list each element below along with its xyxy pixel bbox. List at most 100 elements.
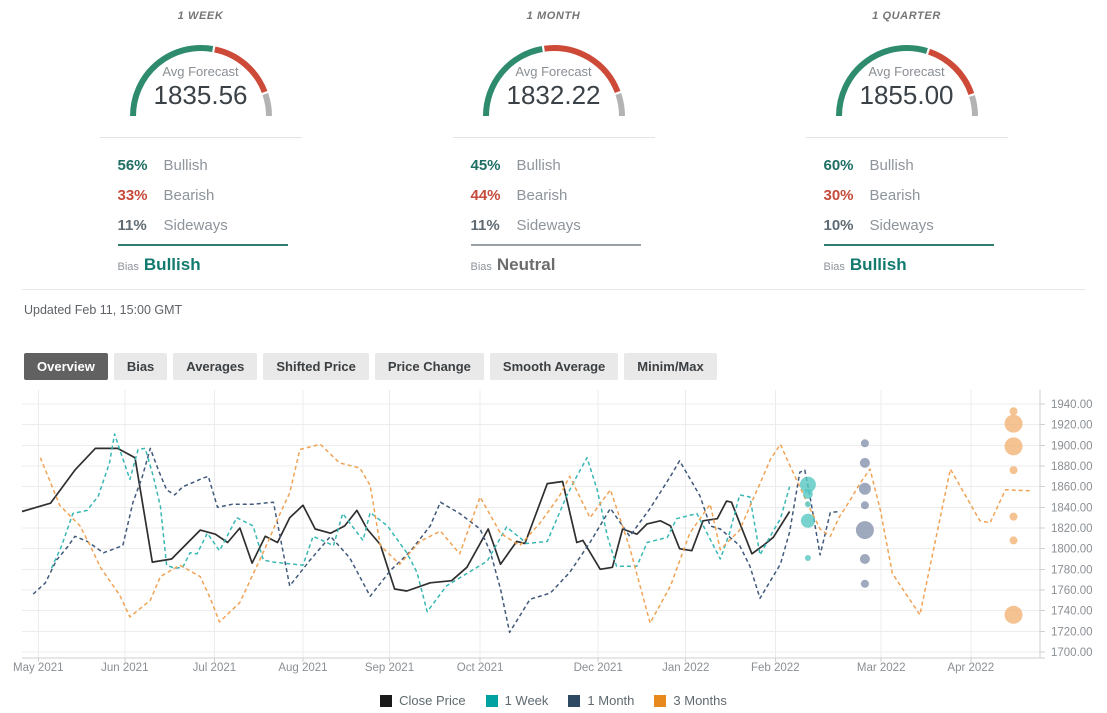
bias-value: Bullish xyxy=(850,255,907,275)
tab-shifted-price[interactable]: Shifted Price xyxy=(263,353,368,380)
panel-title: 1 QUARTER xyxy=(806,10,1008,22)
tab-smooth-average[interactable]: Smooth Average xyxy=(490,353,618,380)
svg-text:1900.00: 1900.00 xyxy=(1051,440,1093,452)
svg-text:1740.00: 1740.00 xyxy=(1051,606,1093,618)
legend-item-3-months[interactable]: 3 Months xyxy=(654,693,726,708)
price-forecast-chart: 1940.00 1920.00 1900.00 1880.00 1860.00 1840.… xyxy=(0,388,1107,688)
chart-tabs: Overview Bias Averages Shifted Price Pri… xyxy=(24,353,1107,380)
bearish-pct: 33% xyxy=(118,187,154,204)
bearish-pct: 44% xyxy=(471,187,507,204)
svg-text:Aug 2021: Aug 2021 xyxy=(278,662,327,674)
bullish-row: 60% Bullish xyxy=(824,150,1008,180)
bearish-row: 44% Bearish xyxy=(471,180,655,210)
svg-text:Oct 2021: Oct 2021 xyxy=(457,662,504,674)
one-week-swatch-icon xyxy=(486,695,498,707)
avg-forecast-label: Avg Forecast xyxy=(806,64,1008,79)
forecast-panels: 1 WEEK Avg Forecast 1835.56 56% Bullish … xyxy=(0,0,1107,275)
legend-label: 1 Week xyxy=(505,693,549,708)
svg-text:1800.00: 1800.00 xyxy=(1051,544,1093,556)
tab-bias[interactable]: Bias xyxy=(114,353,167,380)
bias-label: Bias xyxy=(118,261,139,273)
panel-title: 1 WEEK xyxy=(100,10,302,22)
bullish-row: 45% Bullish xyxy=(471,150,655,180)
svg-text:1880.00: 1880.00 xyxy=(1051,461,1093,473)
legend-label: 3 Months xyxy=(673,693,726,708)
three-months-swatch-icon xyxy=(654,695,666,707)
avg-forecast-value: 1855.00 xyxy=(806,80,1008,111)
svg-text:Sep 2021: Sep 2021 xyxy=(365,662,414,674)
tab-averages[interactable]: Averages xyxy=(173,353,257,380)
svg-text:Mar 2022: Mar 2022 xyxy=(857,662,906,674)
forecast-chart: 1940.00 1920.00 1900.00 1880.00 1860.00 1840.… xyxy=(0,388,1107,693)
svg-text:1700.00: 1700.00 xyxy=(1051,647,1093,659)
svg-text:1920.00: 1920.00 xyxy=(1051,420,1093,432)
svg-text:Dec 2021: Dec 2021 xyxy=(574,662,623,674)
bias-label: Bias xyxy=(471,261,492,273)
avg-forecast-value: 1832.22 xyxy=(453,80,655,111)
gauge-1-week: Avg Forecast 1835.56 xyxy=(100,26,302,122)
bias-underline xyxy=(824,244,994,246)
close-price-swatch-icon xyxy=(380,695,392,707)
bullish-pct: 45% xyxy=(471,157,507,174)
one-month-swatch-icon xyxy=(568,695,580,707)
legend-item-1-month[interactable]: 1 Month xyxy=(568,693,634,708)
sideways-pct: 11% xyxy=(471,217,507,234)
panel-divider xyxy=(806,137,1008,138)
bias-value: Neutral xyxy=(497,255,556,275)
svg-text:Feb 2022: Feb 2022 xyxy=(751,662,800,674)
bias-label: Bias xyxy=(824,261,845,273)
tab-minim-max[interactable]: Minim/Max xyxy=(624,353,716,380)
bias-underline xyxy=(471,244,641,246)
avg-forecast-label: Avg Forecast xyxy=(453,64,655,79)
bullish-pct: 60% xyxy=(824,157,860,174)
section-divider xyxy=(22,289,1085,290)
bias-row: Bias Bullish xyxy=(118,255,302,275)
svg-text:1780.00: 1780.00 xyxy=(1051,564,1093,576)
forecast-panel-1-week: 1 WEEK Avg Forecast 1835.56 56% Bullish … xyxy=(24,10,377,275)
bullish-row: 56% Bullish xyxy=(118,150,302,180)
svg-text:Jul 2021: Jul 2021 xyxy=(193,662,236,674)
bullish-label: Bullish xyxy=(870,157,914,174)
bias-row: Bias Neutral xyxy=(471,255,655,275)
bullish-pct: 56% xyxy=(118,157,154,174)
bearish-label: Bearish xyxy=(164,187,215,204)
bullish-label: Bullish xyxy=(517,157,561,174)
bearish-label: Bearish xyxy=(870,187,921,204)
sideways-label: Sideways xyxy=(164,217,228,234)
legend-label: Close Price xyxy=(399,693,465,708)
tab-overview[interactable]: Overview xyxy=(24,353,108,380)
svg-text:May 2021: May 2021 xyxy=(13,662,64,674)
svg-text:1840.00: 1840.00 xyxy=(1051,502,1093,514)
sideways-label: Sideways xyxy=(870,217,934,234)
tab-price-change[interactable]: Price Change xyxy=(375,353,484,380)
chart-legend: Close Price 1 Week 1 Month 3 Months xyxy=(0,693,1107,708)
gauge-1-quarter: Avg Forecast 1855.00 xyxy=(806,26,1008,122)
svg-text:1820.00: 1820.00 xyxy=(1051,523,1093,535)
sideways-row: 11% Sideways xyxy=(118,210,302,240)
svg-text:1940.00: 1940.00 xyxy=(1051,399,1093,411)
sideways-pct: 10% xyxy=(824,217,860,234)
svg-text:Jan 2022: Jan 2022 xyxy=(662,662,709,674)
svg-text:Apr 2022: Apr 2022 xyxy=(947,662,994,674)
svg-text:1720.00: 1720.00 xyxy=(1051,626,1093,638)
svg-text:1860.00: 1860.00 xyxy=(1051,482,1093,494)
svg-text:1760.00: 1760.00 xyxy=(1051,585,1093,597)
bias-row: Bias Bullish xyxy=(824,255,1008,275)
forecast-panel-1-month: 1 MONTH Avg Forecast 1832.22 45% Bullish… xyxy=(377,10,730,275)
sideways-row: 11% Sideways xyxy=(471,210,655,240)
legend-item-close-price[interactable]: Close Price xyxy=(380,693,465,708)
bearish-label: Bearish xyxy=(517,187,568,204)
panel-divider xyxy=(453,137,655,138)
panel-divider xyxy=(100,137,302,138)
svg-text:Jun 2021: Jun 2021 xyxy=(101,662,148,674)
bullish-label: Bullish xyxy=(164,157,208,174)
bearish-row: 33% Bearish xyxy=(118,180,302,210)
avg-forecast-label: Avg Forecast xyxy=(100,64,302,79)
sideways-label: Sideways xyxy=(517,217,581,234)
legend-label: 1 Month xyxy=(587,693,634,708)
bearish-row: 30% Bearish xyxy=(824,180,1008,210)
forecast-panel-1-quarter: 1 QUARTER Avg Forecast 1855.00 60% Bulli… xyxy=(730,10,1083,275)
bias-underline xyxy=(118,244,288,246)
updated-timestamp: Updated Feb 11, 15:00 GMT xyxy=(24,303,1107,317)
legend-item-1-week[interactable]: 1 Week xyxy=(486,693,549,708)
